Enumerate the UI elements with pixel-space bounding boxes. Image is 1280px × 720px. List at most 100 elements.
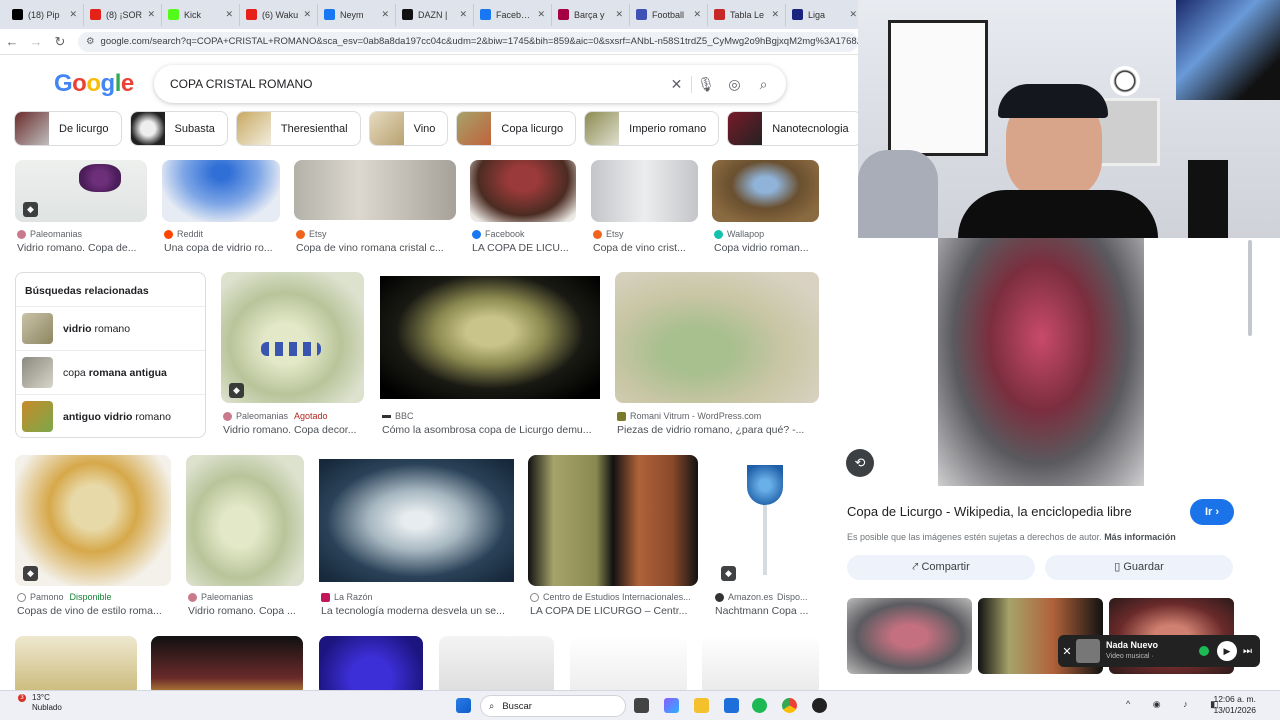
tab-close-icon[interactable]: ✕ — [537, 9, 545, 20]
close-icon[interactable]: ✕ — [1058, 645, 1076, 658]
result-card[interactable] — [439, 636, 554, 690]
browser-tab[interactable]: DAZN | ✕ — [396, 3, 474, 26]
reload-icon[interactable]: ↻ — [48, 34, 72, 50]
related-item[interactable]: antiguo vidrio romano — [16, 394, 205, 438]
tab-close-icon[interactable]: ✕ — [693, 9, 701, 20]
tab-close-icon[interactable]: ✕ — [771, 9, 779, 20]
app-icon[interactable] — [812, 698, 827, 713]
result-image[interactable] — [319, 459, 514, 582]
result-image[interactable] — [380, 276, 600, 399]
browser-tab[interactable]: Barça y ✕ — [552, 3, 630, 26]
result-image[interactable]: ◆ — [15, 455, 171, 586]
related-thumbnail[interactable] — [847, 598, 972, 674]
weather-widget[interactable]: 3 13°C Nublado — [18, 693, 62, 713]
result-card[interactable] — [15, 636, 137, 690]
browser-tab[interactable]: (8) ¡SOR ✕ — [84, 3, 162, 26]
task-view-icon[interactable] — [634, 698, 649, 713]
result-image[interactable] — [294, 160, 456, 220]
result-card[interactable]: Paleomanias Vidrio romano. Copa ... — [186, 455, 304, 621]
result-card[interactable] — [570, 636, 687, 690]
result-title[interactable]: Nachtmann Copa ... — [715, 605, 819, 617]
browser-tab[interactable]: Facebook ✕ — [474, 3, 552, 26]
store-icon[interactable] — [724, 698, 739, 713]
clock[interactable]: 12:06 a. m. 13/01/2026 — [1213, 694, 1256, 716]
start-icon[interactable] — [456, 698, 471, 713]
result-title[interactable]: Copas de vino de estilo roma... — [17, 605, 171, 617]
result-image[interactable] — [615, 272, 819, 403]
result-card[interactable]: Etsy Copa de vino romana cristal c... — [294, 160, 456, 255]
result-image[interactable] — [15, 636, 137, 690]
lens-search-icon[interactable]: ⟲ — [846, 449, 874, 477]
taskbar-search[interactable]: ⌕ Buscar — [480, 695, 626, 717]
result-card[interactable]: ◆ Paleomanias Vidrio romano. Copa de... — [15, 160, 147, 255]
result-card[interactable]: La Razón La tecnología moderna desvela u… — [319, 455, 514, 621]
result-title[interactable]: LA COPA DE LICURGO – Centr... — [530, 605, 698, 617]
filter-chip[interactable]: Copa licurgo — [456, 111, 577, 146]
preview-image[interactable] — [938, 238, 1144, 486]
result-image[interactable]: ◆ — [713, 455, 819, 586]
filter-chip[interactable]: Nanotecnologia — [727, 111, 858, 146]
search-box[interactable]: COPA CRISTAL ROMANO ✕ 🎙 ◎ ⌕ — [154, 65, 786, 103]
browser-tab[interactable]: Neym ✕ — [318, 3, 396, 26]
tab-close-icon[interactable]: ✕ — [225, 9, 233, 20]
tab-close-icon[interactable]: ✕ — [147, 9, 155, 20]
result-card[interactable]: BBC Cómo la asombrosa copa de Licurgo de… — [380, 272, 600, 438]
result-card[interactable] — [702, 636, 819, 690]
result-title[interactable]: La tecnología moderna desvela un se... — [321, 605, 514, 617]
google-logo[interactable]: Google — [54, 70, 134, 98]
result-image[interactable]: ◆ — [221, 272, 364, 403]
result-card[interactable] — [319, 636, 423, 690]
tab-close-icon[interactable]: ✕ — [615, 9, 623, 20]
clear-icon[interactable]: ✕ — [662, 76, 691, 93]
browser-tab[interactable]: Tabla Le ✕ — [708, 3, 786, 26]
result-title[interactable]: Cómo la asombrosa copa de Licurgo demu..… — [382, 424, 600, 436]
tab-close-icon[interactable]: ✕ — [381, 9, 389, 20]
search-icon[interactable]: ⌕ — [749, 76, 778, 93]
result-card[interactable] — [151, 636, 303, 690]
chrome-icon[interactable] — [782, 698, 797, 713]
tab-close-icon[interactable]: ✕ — [849, 9, 857, 20]
result-image[interactable] — [591, 160, 698, 222]
spotify-icon[interactable] — [752, 698, 767, 713]
result-image[interactable] — [702, 636, 819, 690]
result-image[interactable] — [162, 160, 280, 222]
result-card[interactable]: ◆ Paleomanias Agotado Vidrio romano. Copa… — [221, 272, 364, 438]
site-info-icon[interactable]: ⚙ — [86, 36, 95, 47]
panel-scrollbar[interactable] — [1248, 240, 1252, 336]
result-card[interactable]: Romani Vitrum - WordPress.com Piezas de … — [615, 272, 819, 438]
result-image[interactable] — [712, 160, 819, 222]
browser-tab[interactable]: (6) Waku ✕ — [240, 3, 318, 26]
more-info-link[interactable]: Más información — [1104, 532, 1176, 542]
result-card[interactable]: ◆ Pamono Disponible Copas de vino de esti… — [15, 455, 171, 621]
result-title[interactable]: Vidrio romano. Copa decor... — [223, 424, 364, 436]
voice-search-icon[interactable]: 🎙 — [691, 75, 720, 93]
result-image[interactable] — [570, 636, 687, 690]
result-image[interactable] — [470, 160, 576, 222]
skip-next-icon[interactable]: ⏭ — [1243, 646, 1252, 657]
tab-close-icon[interactable]: ✕ — [459, 9, 467, 20]
result-image[interactable] — [319, 636, 423, 690]
browser-tab[interactable]: Football ✕ — [630, 3, 708, 26]
filter-chip[interactable]: Theresienthal — [235, 111, 361, 146]
forward-icon[interactable]: → — [24, 34, 48, 49]
result-image[interactable] — [528, 455, 698, 586]
search-input[interactable]: COPA CRISTAL ROMANO — [170, 77, 662, 91]
liked-icon[interactable] — [1199, 646, 1209, 656]
tab-close-icon[interactable]: ✕ — [303, 9, 311, 20]
result-card[interactable]: Wallapop Copa vidrio roman... — [712, 160, 819, 255]
result-title[interactable]: Vidrio romano. Copa ... — [188, 605, 304, 617]
result-image[interactable]: ◆ — [15, 160, 147, 222]
copilot-icon[interactable] — [664, 698, 679, 713]
visit-button[interactable]: Ir › — [1190, 499, 1234, 525]
browser-tab[interactable]: Liga ✕ — [786, 4, 858, 26]
result-card[interactable]: Reddit Una copa de vidrio ro... — [162, 160, 280, 255]
filter-chip[interactable]: Imperio romano — [584, 111, 720, 146]
tab-close-icon[interactable]: ✕ — [69, 9, 77, 20]
filter-chip[interactable]: De licurgo — [14, 111, 122, 146]
result-card[interactable]: Facebook LA COPA DE LICU... — [470, 160, 576, 255]
back-icon[interactable]: ← — [0, 34, 24, 49]
result-image[interactable] — [439, 636, 554, 690]
result-title[interactable]: Copa de vino romana cristal c... — [296, 242, 456, 254]
preview-title[interactable]: Copa de Licurgo - Wikipedia, la enciclop… — [847, 504, 1132, 519]
result-image[interactable] — [186, 455, 304, 586]
